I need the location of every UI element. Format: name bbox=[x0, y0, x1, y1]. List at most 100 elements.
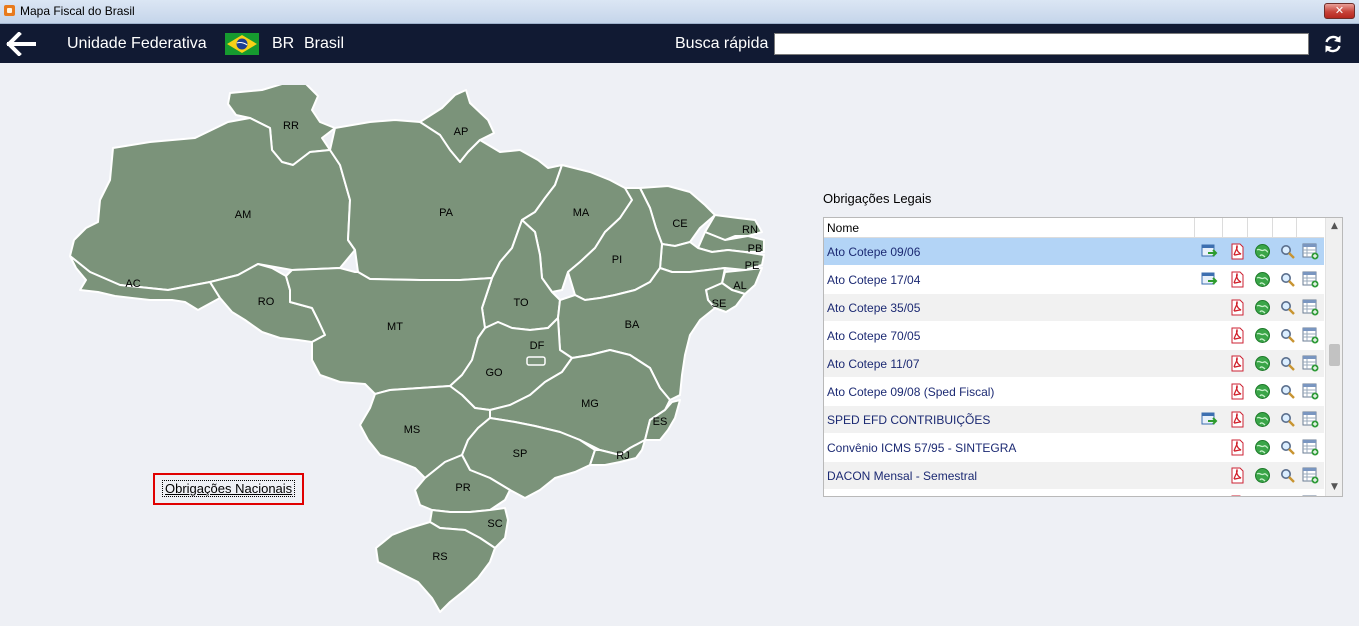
back-arrow-icon[interactable] bbox=[6, 32, 36, 56]
table-add-icon[interactable] bbox=[1302, 383, 1319, 400]
obligation-row[interactable]: Ato Cotepe 35/05 bbox=[824, 294, 1324, 322]
state-df[interactable] bbox=[526, 356, 546, 366]
web-icon[interactable] bbox=[1254, 467, 1271, 484]
national-obligations-link[interactable]: Obrigações Nacionais bbox=[161, 480, 296, 497]
obligation-row[interactable]: DACON Mensal - Semestral bbox=[824, 462, 1324, 490]
state-label-sp: SP bbox=[513, 448, 528, 460]
search-icon[interactable] bbox=[1279, 467, 1296, 484]
pdf-icon[interactable] bbox=[1229, 271, 1246, 288]
web-icon[interactable] bbox=[1254, 411, 1271, 428]
web-icon[interactable] bbox=[1254, 243, 1271, 260]
pdf-icon[interactable] bbox=[1229, 243, 1246, 260]
pdf-icon[interactable] bbox=[1229, 327, 1246, 344]
state-label-al: AL bbox=[733, 280, 746, 292]
pdf-icon[interactable] bbox=[1229, 355, 1246, 372]
obligations-grid: Nome Ato Cotepe 09/06 Ato Cotepe 17/04 Ato… bbox=[823, 217, 1343, 497]
web-icon[interactable] bbox=[1254, 355, 1271, 372]
obligation-row[interactable]: Ato Cotepe 11/07 bbox=[824, 350, 1324, 378]
state-label-es: ES bbox=[653, 416, 668, 428]
obligations-title: Obrigações Legais bbox=[823, 191, 932, 206]
web-icon[interactable] bbox=[1254, 271, 1271, 288]
state-label-ba: BA bbox=[625, 319, 640, 331]
pdf-icon[interactable] bbox=[1229, 383, 1246, 400]
state-label-ap: AP bbox=[454, 126, 469, 138]
obligation-name: Ato Cotepe 35/05 bbox=[827, 301, 921, 315]
state-label-rr: RR bbox=[283, 120, 299, 132]
search-icon[interactable] bbox=[1279, 411, 1296, 428]
brazil-map: RR AP AM PA MA CE RN PB PE AL SE PI AC RO TO MT BA DF GO MG… bbox=[69, 85, 765, 613]
state-label-to: TO bbox=[513, 297, 529, 309]
web-icon[interactable] bbox=[1254, 439, 1271, 456]
grid-header: Nome bbox=[824, 218, 1324, 238]
column-header-name[interactable]: Nome bbox=[827, 221, 859, 235]
table-add-icon[interactable] bbox=[1302, 467, 1319, 484]
refresh-icon[interactable] bbox=[1322, 33, 1344, 55]
obligation-row[interactable]: Ato Cotepe 17/04 bbox=[824, 266, 1324, 294]
web-icon[interactable] bbox=[1254, 327, 1271, 344]
import-icon[interactable] bbox=[1201, 271, 1218, 288]
search-icon[interactable] bbox=[1279, 271, 1296, 288]
state-label-ro: RO bbox=[258, 296, 275, 308]
brazil-flag-icon bbox=[225, 33, 259, 55]
state-label-ma: MA bbox=[573, 207, 590, 219]
scroll-up-icon[interactable]: ▲ bbox=[1326, 218, 1342, 235]
vertical-scrollbar[interactable]: ▲ ▼ bbox=[1325, 218, 1342, 496]
search-icon[interactable] bbox=[1279, 243, 1296, 260]
state-rs[interactable] bbox=[375, 521, 496, 613]
import-icon[interactable] bbox=[1201, 411, 1218, 428]
table-add-icon[interactable] bbox=[1302, 243, 1319, 260]
search-icon[interactable] bbox=[1279, 439, 1296, 456]
scroll-down-icon[interactable]: ▼ bbox=[1326, 479, 1342, 496]
state-label-ce: CE bbox=[672, 218, 687, 230]
obligation-row[interactable]: Convênio ICMS 57/95 - SINTEGRA bbox=[824, 434, 1324, 462]
column-separator bbox=[1247, 218, 1248, 237]
import-icon[interactable] bbox=[1201, 243, 1218, 260]
state-label-pa: PA bbox=[439, 207, 454, 219]
search-icon[interactable] bbox=[1279, 299, 1296, 316]
state-label-pi: PI bbox=[612, 254, 622, 266]
obligation-name: Ato Cotepe 11/07 bbox=[827, 357, 920, 371]
national-obligations-highlight: Obrigações Nacionais bbox=[153, 473, 304, 505]
search-icon[interactable] bbox=[1279, 383, 1296, 400]
state-label-ac: AC bbox=[125, 278, 140, 290]
obligation-row-partial[interactable] bbox=[824, 490, 1324, 496]
state-name: Brasil bbox=[304, 35, 345, 52]
search-icon[interactable] bbox=[1279, 495, 1296, 496]
scroll-thumb[interactable] bbox=[1329, 344, 1340, 366]
search-icon[interactable] bbox=[1279, 355, 1296, 372]
obligation-row[interactable]: SPED EFD CONTRIBUIÇÕES bbox=[824, 406, 1324, 434]
web-icon[interactable] bbox=[1254, 299, 1271, 316]
pdf-icon[interactable] bbox=[1229, 299, 1246, 316]
search-icon[interactable] bbox=[1279, 327, 1296, 344]
obligation-name: Ato Cotepe 70/05 bbox=[827, 329, 921, 343]
pdf-icon[interactable] bbox=[1229, 439, 1246, 456]
uf-label: Unidade Federativa bbox=[67, 35, 207, 52]
web-icon[interactable] bbox=[1254, 495, 1271, 496]
state-label-rs: RS bbox=[432, 551, 447, 563]
obligation-row[interactable]: Ato Cotepe 70/05 bbox=[824, 322, 1324, 350]
column-separator bbox=[1296, 218, 1297, 237]
pdf-icon[interactable] bbox=[1229, 411, 1246, 428]
table-add-icon[interactable] bbox=[1302, 299, 1319, 316]
obligation-row[interactable]: Ato Cotepe 09/06 bbox=[824, 238, 1324, 266]
state-label-df: DF bbox=[530, 340, 545, 352]
search-input[interactable] bbox=[774, 33, 1309, 55]
table-add-icon[interactable] bbox=[1302, 327, 1319, 344]
grid-rows: Ato Cotepe 09/06 Ato Cotepe 17/04 Ato Cote… bbox=[824, 238, 1324, 496]
obligation-name: Ato Cotepe 09/08 (Sped Fiscal) bbox=[827, 385, 995, 399]
table-add-icon[interactable] bbox=[1302, 271, 1319, 288]
column-separator bbox=[1272, 218, 1273, 237]
web-icon[interactable] bbox=[1254, 383, 1271, 400]
obligation-name: DACON Mensal - Semestral bbox=[827, 469, 978, 483]
pdf-icon[interactable] bbox=[1229, 467, 1246, 484]
state-code: BR bbox=[272, 35, 295, 52]
table-add-icon[interactable] bbox=[1302, 411, 1319, 428]
obligation-row[interactable]: Ato Cotepe 09/08 (Sped Fiscal) bbox=[824, 378, 1324, 406]
close-button[interactable]: ✕ bbox=[1324, 3, 1355, 19]
pdf-icon[interactable] bbox=[1229, 495, 1246, 496]
state-label-pr: PR bbox=[455, 482, 470, 494]
table-add-icon[interactable] bbox=[1302, 495, 1319, 496]
table-add-icon[interactable] bbox=[1302, 355, 1319, 372]
table-add-icon[interactable] bbox=[1302, 439, 1319, 456]
state-label-go: GO bbox=[485, 367, 503, 379]
